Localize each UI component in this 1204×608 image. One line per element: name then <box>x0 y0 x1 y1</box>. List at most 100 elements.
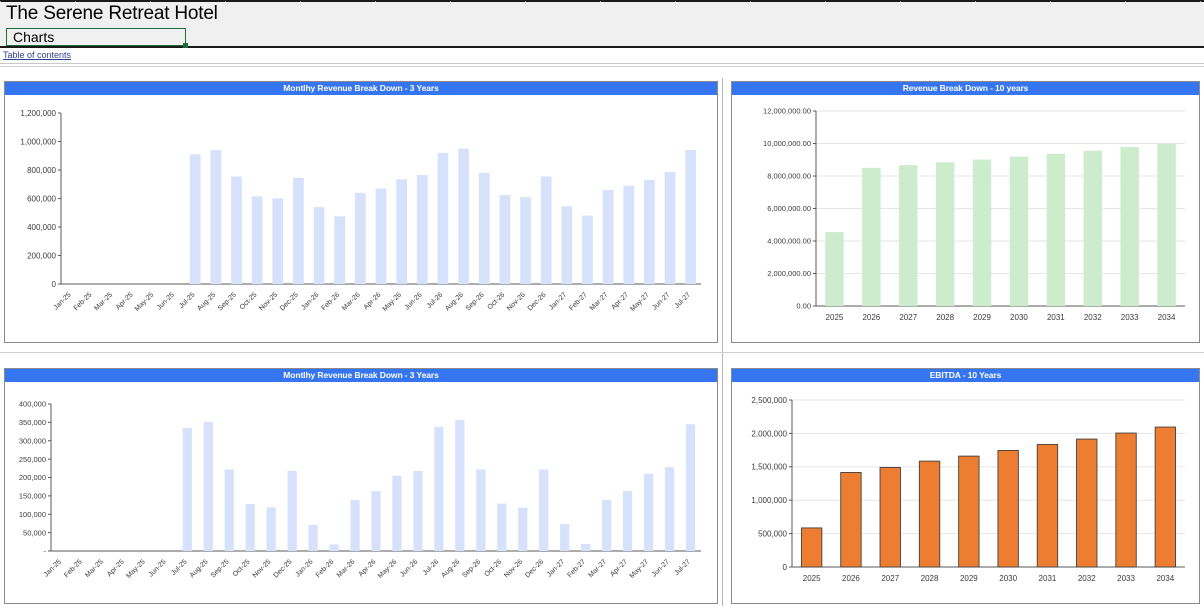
svg-text:150,000: 150,000 <box>19 492 46 501</box>
svg-text:Mar-26: Mar-26 <box>336 558 357 579</box>
svg-text:Aug-25: Aug-25 <box>189 558 210 579</box>
spreadsheet-charts-page: The Serene Retreat Hotel Charts Table of… <box>0 0 1204 608</box>
svg-text:Feb-25: Feb-25 <box>63 558 84 579</box>
chart-panel-monthly-revenue-top[interactable]: Montlhy Revenue Break Down - 3 Years 020… <box>4 81 718 343</box>
svg-text:Dec-26: Dec-26 <box>524 558 545 579</box>
svg-text:Jun-25: Jun-25 <box>156 291 176 311</box>
svg-text:0.00: 0.00 <box>796 302 811 311</box>
svg-text:2030: 2030 <box>1010 313 1028 322</box>
svg-text:Aug-26: Aug-26 <box>444 291 465 312</box>
svg-text:Mar-26: Mar-26 <box>341 291 362 312</box>
panel-gutter-vertical <box>722 78 723 606</box>
svg-text:Feb-27: Feb-27 <box>566 558 587 579</box>
svg-text:-: - <box>44 547 47 556</box>
svg-text:0: 0 <box>52 280 57 289</box>
chart-panel-ebitda-10y[interactable]: EBITDA - 10 Years 0500,0001,000,0001,500… <box>731 368 1200 604</box>
svg-text:100,000: 100,000 <box>19 510 46 519</box>
svg-text:2034: 2034 <box>1156 574 1174 583</box>
svg-text:200,000: 200,000 <box>19 473 46 482</box>
svg-text:Jun-27: Jun-27 <box>651 291 671 311</box>
svg-text:Dec-25: Dec-25 <box>279 291 300 312</box>
svg-text:Nov-26: Nov-26 <box>503 558 524 579</box>
svg-text:Dec-25: Dec-25 <box>273 558 294 579</box>
svg-text:2,000,000.00: 2,000,000.00 <box>767 269 811 278</box>
toc-row: Table of contents <box>0 50 1204 64</box>
svg-text:Apr-27: Apr-27 <box>609 558 629 578</box>
svg-text:1,000,000: 1,000,000 <box>20 137 56 146</box>
svg-text:Oct-26: Oct-26 <box>486 291 506 311</box>
svg-text:May-25: May-25 <box>134 291 156 313</box>
svg-text:Jul-27: Jul-27 <box>674 291 693 310</box>
svg-text:Oct-25: Oct-25 <box>232 558 252 578</box>
svg-text:Mar-25: Mar-25 <box>93 291 114 312</box>
svg-text:Jun-27: Jun-27 <box>651 558 671 578</box>
chart-title-revenue-10y: Revenue Break Down - 10 years <box>732 82 1199 95</box>
svg-text:600,000: 600,000 <box>27 194 56 203</box>
svg-text:2029: 2029 <box>960 574 978 583</box>
svg-text:May-25: May-25 <box>125 558 147 580</box>
svg-text:Mar-27: Mar-27 <box>587 558 608 579</box>
svg-text:Oct-26: Oct-26 <box>483 558 503 578</box>
svg-text:Jan-26: Jan-26 <box>300 291 320 311</box>
bar-chart-revenue-10y: 0.00 2,000,000.00 4,000,000.00 6,000,000.00… <box>732 95 1199 342</box>
svg-text:50,000: 50,000 <box>23 528 46 537</box>
svg-text:2,000,000: 2,000,000 <box>751 429 787 438</box>
svg-text:Jul-26: Jul-26 <box>422 558 441 577</box>
svg-text:Oct-25: Oct-25 <box>239 291 259 311</box>
svg-text:6,000,000.00: 6,000,000.00 <box>767 204 811 213</box>
svg-text:Apr-25: Apr-25 <box>115 291 135 311</box>
svg-text:Nov-26: Nov-26 <box>506 291 527 312</box>
chart-plot-monthly-revenue-top: 0200,000400,000600,000800,0001,000,0001,… <box>5 95 717 342</box>
svg-text:Feb-26: Feb-26 <box>320 291 341 312</box>
svg-text:Jan-25: Jan-25 <box>53 291 73 311</box>
bar-chart-ebitda-10y: 0500,0001,000,0001,500,0002,000,0002,500… <box>732 382 1199 603</box>
svg-text:Jul-25: Jul-25 <box>170 558 189 577</box>
chart-panel-monthly-revenue-bottom[interactable]: Montlhy Revenue Break Down - 3 Years -50… <box>4 368 718 604</box>
svg-text:Sep-25: Sep-25 <box>210 558 231 579</box>
svg-text:Jan-26: Jan-26 <box>294 558 314 578</box>
svg-text:Jun-25: Jun-25 <box>148 558 168 578</box>
svg-text:Sep-26: Sep-26 <box>465 291 486 312</box>
svg-text:2029: 2029 <box>973 313 991 322</box>
svg-text:2027: 2027 <box>881 574 899 583</box>
svg-text:350,000: 350,000 <box>19 418 46 427</box>
svg-text:2034: 2034 <box>1158 313 1176 322</box>
svg-text:2025: 2025 <box>803 574 821 583</box>
svg-text:Jul-27: Jul-27 <box>673 558 692 577</box>
svg-text:2032: 2032 <box>1084 313 1102 322</box>
svg-text:2033: 2033 <box>1117 574 1135 583</box>
svg-text:4,000,000.00: 4,000,000.00 <box>767 237 811 246</box>
svg-text:2028: 2028 <box>936 313 954 322</box>
svg-text:May-27: May-27 <box>629 291 651 313</box>
svg-text:0: 0 <box>783 563 788 572</box>
chart-title-ebitda-10y: EBITDA - 10 Years <box>732 369 1199 382</box>
svg-text:2025: 2025 <box>826 313 844 322</box>
svg-text:300,000: 300,000 <box>19 436 46 445</box>
svg-text:400,000: 400,000 <box>19 400 46 409</box>
header-divider <box>0 66 1204 67</box>
svg-text:200,000: 200,000 <box>27 251 56 260</box>
svg-text:May-26: May-26 <box>377 558 399 580</box>
svg-text:800,000: 800,000 <box>27 166 56 175</box>
svg-text:12,000,000.00: 12,000,000.00 <box>763 107 811 116</box>
svg-text:2031: 2031 <box>1047 313 1065 322</box>
svg-text:Mar-25: Mar-25 <box>84 558 105 579</box>
svg-text:Mar-27: Mar-27 <box>589 291 610 312</box>
svg-text:2030: 2030 <box>999 574 1017 583</box>
svg-text:Apr-25: Apr-25 <box>106 558 126 578</box>
fill-handle[interactable] <box>183 43 188 48</box>
table-of-contents-link[interactable]: Table of contents <box>3 50 71 60</box>
active-cell[interactable]: Charts <box>6 28 186 46</box>
chart-plot-ebitda-10y: 0500,0001,000,0001,500,0002,000,0002,500… <box>732 382 1199 603</box>
svg-text:Jan-27: Jan-27 <box>546 558 566 578</box>
svg-text:May-27: May-27 <box>629 558 651 580</box>
panel-gutter-horizontal <box>0 352 1204 353</box>
svg-text:Aug-26: Aug-26 <box>440 558 461 579</box>
page-title: The Serene Retreat Hotel <box>6 3 218 25</box>
svg-text:400,000: 400,000 <box>27 223 56 232</box>
svg-text:Apr-26: Apr-26 <box>358 558 378 578</box>
chart-panel-revenue-10y[interactable]: Revenue Break Down - 10 years 0.00 2,000,… <box>731 81 1200 343</box>
sheet-header-band: The Serene Retreat Hotel Charts <box>0 0 1204 48</box>
svg-text:Jul-25: Jul-25 <box>178 291 197 310</box>
svg-text:Sep-25: Sep-25 <box>217 291 238 312</box>
